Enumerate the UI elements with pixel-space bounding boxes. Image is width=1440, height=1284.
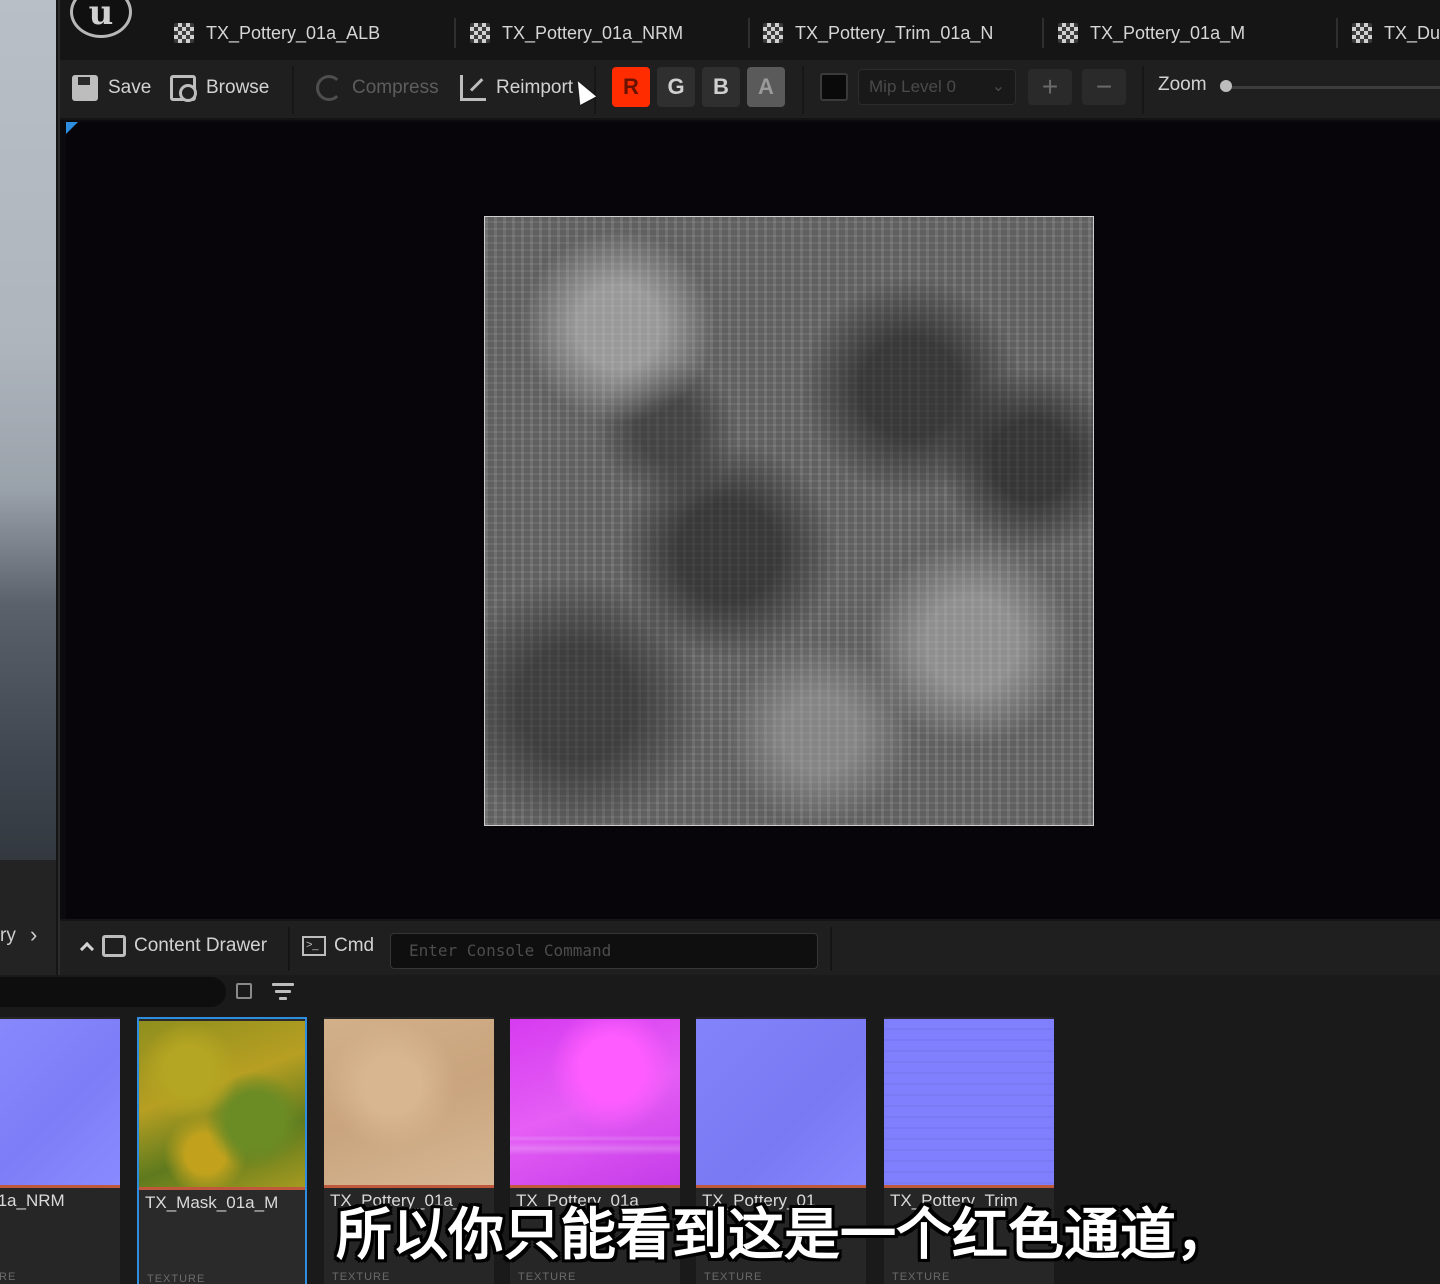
tab-tx-du[interactable]: TX_Du xyxy=(1352,18,1440,48)
asset-tile[interactable]: ust_01a_NRM TEXTURE xyxy=(0,1017,120,1284)
texture-preview-image xyxy=(484,216,1094,826)
asset-thumbnail xyxy=(884,1019,1054,1185)
tab-tx-pottery-trim-01a-n[interactable]: TX_Pottery_Trim_01a_N xyxy=(763,18,993,48)
asset-type: TEXTURE xyxy=(0,1271,17,1283)
mip-level-select[interactable]: Mip Level 0 ⌄ xyxy=(858,69,1016,105)
plus-icon: + xyxy=(1041,71,1059,102)
document-tab-bar: u TX_Pottery_01a_ALB TX_Pottery_01a_NRM … xyxy=(60,0,1440,60)
background-viewport: ry › xyxy=(0,0,56,975)
texture-checker-icon xyxy=(763,23,783,43)
asset-name: ust_01a_NRM xyxy=(0,1191,65,1210)
toolbar-divider xyxy=(594,66,596,114)
status-divider xyxy=(830,927,832,971)
status-divider xyxy=(288,927,290,971)
editor-toolbar: Save Browse Compress Reimport R G B A Mi… xyxy=(60,60,1440,120)
asset-thumbnail xyxy=(0,1019,120,1185)
terminal-icon: >_ xyxy=(302,936,326,956)
status-bar: Content Drawer >_ Cmd Enter Console Comm… xyxy=(60,919,1440,975)
background-color-swatch[interactable] xyxy=(820,73,848,101)
video-subtitle: 所以你只能看到这是一个红色通道， xyxy=(336,1203,1232,1268)
content-drawer-button[interactable]: Content Drawer xyxy=(79,935,268,957)
browse-icon xyxy=(170,75,197,102)
save-button[interactable]: Save xyxy=(72,70,151,106)
compress-icon xyxy=(316,75,342,101)
logo-glyph: u xyxy=(88,0,114,33)
console-command-input[interactable]: Enter Console Command xyxy=(390,933,818,969)
tab-label: TX_Du xyxy=(1384,22,1440,43)
asset-type: TEXTURE xyxy=(704,1271,763,1283)
cmd-button[interactable]: >_ Cmd xyxy=(302,935,374,957)
toolbar-divider xyxy=(1142,66,1144,114)
asset-type-stripe xyxy=(139,1187,305,1190)
texture-checker-icon xyxy=(174,23,194,43)
channel-b-toggle[interactable]: B xyxy=(702,67,740,107)
tab-label: TX_Pottery_01a_ALB xyxy=(206,22,381,43)
tab-divider xyxy=(454,18,456,48)
tab-label: TX_Pottery_01a_M xyxy=(1090,22,1246,43)
save-label: Save xyxy=(108,77,152,98)
texture-checker-icon xyxy=(1352,23,1372,43)
asset-tile[interactable]: TX_Mask_01a_M TEXTURE xyxy=(137,1017,307,1284)
mip-increase-button[interactable]: + xyxy=(1028,69,1072,105)
chevron-down-icon: ⌄ xyxy=(991,78,1005,95)
channel-r-toggle[interactable]: R xyxy=(612,67,650,107)
mip-decrease-button[interactable]: − xyxy=(1082,69,1126,105)
asset-type-stripe xyxy=(884,1185,1054,1188)
browse-label: Browse xyxy=(206,77,270,98)
filter-icon[interactable] xyxy=(272,983,294,1001)
tab-tx-pottery-01a-nrm[interactable]: TX_Pottery_01a_NRM xyxy=(470,18,683,48)
browse-button[interactable]: Browse xyxy=(170,70,269,106)
save-icon xyxy=(72,75,98,101)
zoom-slider-handle[interactable] xyxy=(1220,80,1232,92)
texture-checker-icon xyxy=(1058,23,1078,43)
expand-chevron-icon[interactable]: › xyxy=(30,922,37,948)
minus-icon: − xyxy=(1095,71,1113,102)
toolbar-divider xyxy=(802,66,804,114)
tab-tx-pottery-01a-alb[interactable]: TX_Pottery_01a_ALB xyxy=(174,18,380,48)
mip-level-value: Mip Level 0 xyxy=(869,77,956,96)
tab-tx-pottery-01a-m[interactable]: TX_Pottery_01a_M xyxy=(1058,18,1245,48)
asset-type: TEXTURE xyxy=(518,1271,577,1283)
viewport-corner-marker xyxy=(66,122,78,134)
asset-type: TEXTURE xyxy=(892,1271,951,1283)
unreal-logo-icon[interactable]: u xyxy=(70,0,132,38)
cmd-label: Cmd xyxy=(334,935,375,956)
asset-type-stripe xyxy=(0,1185,120,1188)
tab-divider xyxy=(748,18,750,48)
tab-divider xyxy=(1042,18,1044,48)
texture-checker-icon xyxy=(470,23,490,43)
asset-type: TEXTURE xyxy=(147,1273,206,1284)
reimport-button[interactable]: Reimport xyxy=(460,70,573,106)
asset-type-stripe xyxy=(324,1185,494,1188)
content-drawer-label: Content Drawer xyxy=(134,935,268,956)
channel-g-toggle[interactable]: G xyxy=(657,67,695,107)
left-panel-footer xyxy=(0,860,56,975)
zoom-slider[interactable] xyxy=(1220,86,1440,89)
tab-divider xyxy=(1336,18,1338,48)
asset-name: TX_Mask_01a_M xyxy=(145,1193,279,1212)
tab-label: TX_Pottery_Trim_01a_N xyxy=(795,22,994,43)
asset-type-stripe xyxy=(696,1185,866,1188)
compress-button[interactable]: Compress xyxy=(316,70,439,106)
texture-viewport[interactable] xyxy=(66,122,1440,919)
reimport-label: Reimport xyxy=(496,77,574,98)
asset-type-stripe xyxy=(510,1185,680,1188)
asset-type: TEXTURE xyxy=(332,1271,391,1283)
content-drawer-icon xyxy=(102,935,126,957)
compress-label: Compress xyxy=(352,77,439,98)
asset-thumbnail xyxy=(696,1019,866,1185)
asset-thumbnail xyxy=(510,1019,680,1185)
search-input[interactable] xyxy=(0,977,226,1007)
left-panel-truncated-label: ry xyxy=(0,925,16,946)
chevron-up-icon xyxy=(79,941,95,957)
reimport-icon xyxy=(460,75,486,101)
channel-a-toggle[interactable]: A xyxy=(747,67,785,107)
texture-editor-window: u TX_Pottery_01a_ALB TX_Pottery_01a_NRM … xyxy=(58,0,1440,975)
asset-thumbnail xyxy=(324,1019,494,1185)
tab-label: TX_Pottery_01a_NRM xyxy=(502,22,684,43)
save-search-icon[interactable] xyxy=(236,983,252,999)
zoom-label: Zoom xyxy=(1158,74,1207,95)
asset-thumbnail xyxy=(139,1021,305,1187)
toolbar-divider xyxy=(292,66,294,114)
